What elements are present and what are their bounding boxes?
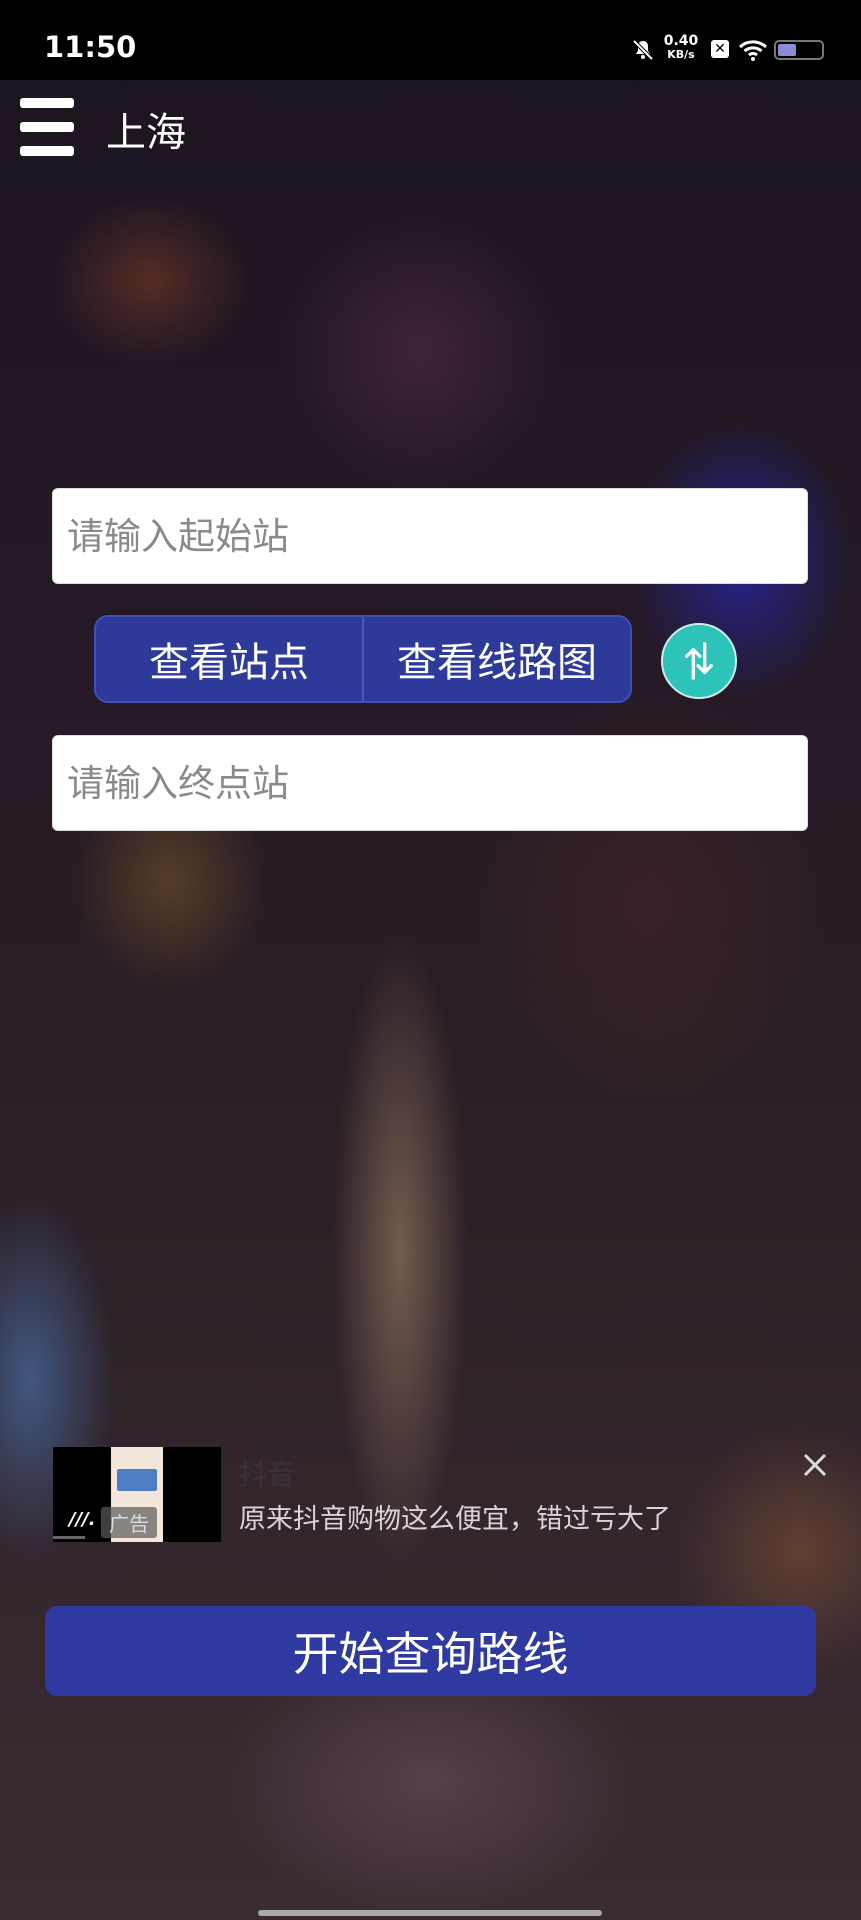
swap-arrows-icon — [685, 642, 713, 680]
status-time: 11:50 — [44, 30, 137, 64]
view-stations-button[interactable]: 查看站点 — [96, 617, 364, 701]
ad-thumbnail[interactable]: ///. 广告 — [53, 1447, 221, 1542]
city-title[interactable]: 上海 — [106, 100, 186, 158]
wifi-icon — [738, 40, 768, 61]
hamburger-menu-icon[interactable] — [20, 98, 74, 156]
ad-tag: 广告 — [101, 1507, 157, 1538]
view-toggle-group: 查看站点 查看线路图 — [94, 615, 632, 703]
close-icon[interactable] — [797, 1447, 833, 1483]
net-speed-unit: KB/s — [667, 48, 695, 61]
x-app-icon: ✕ — [711, 40, 729, 58]
net-speed: 0.40 KB/s — [661, 34, 701, 62]
ad-description: 原来抖音购物这么便宜，错过亏大了 — [239, 1504, 671, 1535]
start-station-input[interactable] — [52, 488, 808, 584]
start-query-button[interactable]: 开始查询路线 — [45, 1606, 816, 1696]
swap-stations-button[interactable] — [661, 623, 737, 699]
ad-title: 抖音 — [239, 1458, 296, 1491]
ad-banner[interactable]: ///. 广告 抖音 原来抖音购物这么便宜，错过亏大了 — [53, 1447, 833, 1542]
battery-icon — [774, 40, 824, 60]
view-line-map-button[interactable]: 查看线路图 — [364, 617, 630, 701]
bell-muted-icon — [632, 39, 654, 61]
status-bar: 11:50 0.40 KB/s ✕ — [0, 0, 861, 80]
end-station-input[interactable] — [52, 735, 808, 831]
ad-logo-icon: ///. — [69, 1509, 96, 1530]
net-speed-value: 0.40 — [663, 33, 699, 49]
home-indicator[interactable] — [258, 1910, 602, 1916]
